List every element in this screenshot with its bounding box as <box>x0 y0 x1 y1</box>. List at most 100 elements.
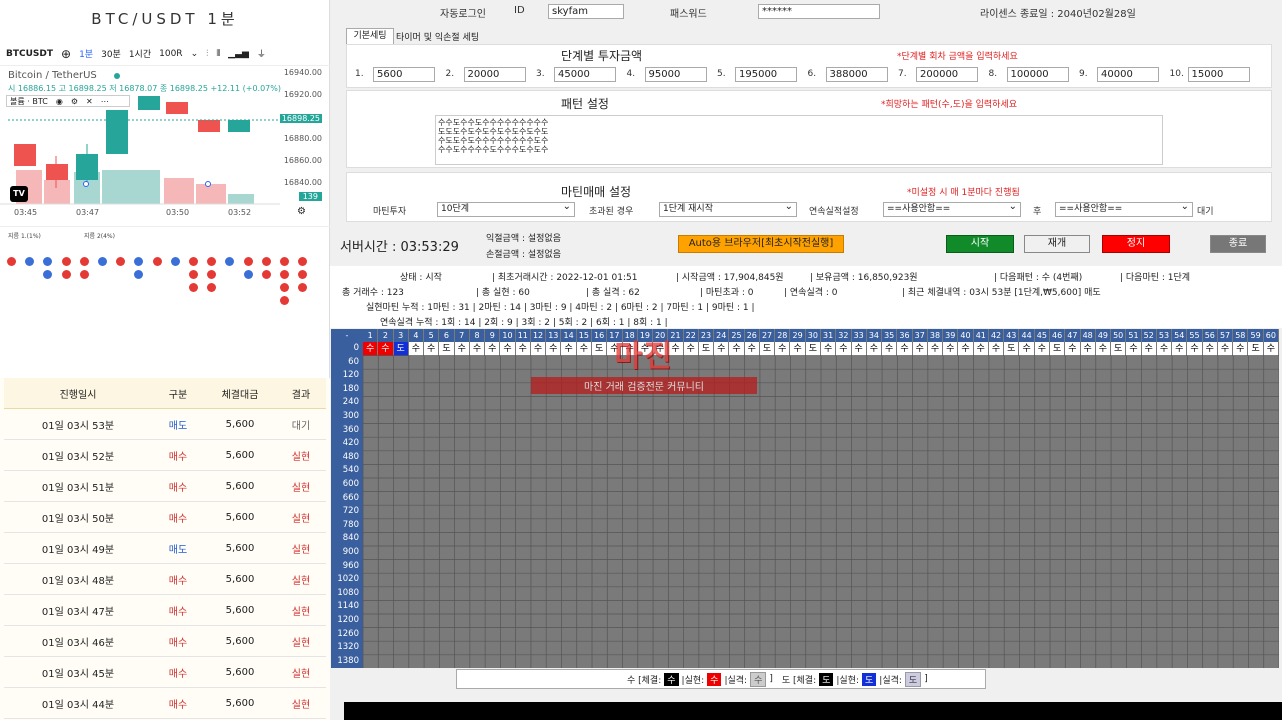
grid-cell[interactable]: 수 <box>775 342 790 356</box>
interval-1m[interactable]: 1분 <box>79 47 93 60</box>
grid-cell[interactable]: 수 <box>1172 342 1187 356</box>
chevron-down-icon[interactable]: ⌄ <box>191 49 199 59</box>
password-field[interactable]: ****** <box>758 4 880 19</box>
step-amount-input[interactable]: 95000 <box>644 67 707 82</box>
table-row[interactable]: 01일 03시 46분 매수 5,600 실현 <box>4 626 326 657</box>
step-amount-input[interactable]: 100000 <box>1006 67 1069 82</box>
grid-row-label: 420 <box>331 437 363 451</box>
table-row[interactable]: 01일 03시 50분 매수 5,600 실현 <box>4 502 326 533</box>
grid-cell[interactable]: 도 <box>759 342 775 356</box>
stop-button[interactable]: 정지 <box>1102 235 1170 253</box>
add-symbol-icon[interactable]: ⊕ <box>61 47 71 61</box>
martin-invest-select[interactable]: 10단계 <box>437 200 575 217</box>
auto-browser-button[interactable]: Auto용 브라우저[최초시작전실행] <box>678 235 844 253</box>
grid-cell[interactable]: 수 <box>454 342 469 356</box>
grid-cell[interactable]: 수 <box>1233 342 1248 356</box>
symbol-label[interactable]: BTCUSDT <box>6 49 53 59</box>
grid-cell[interactable]: 도 <box>805 342 820 356</box>
grid-cell[interactable]: 수 <box>1263 342 1278 356</box>
grid-cell[interactable]: 수 <box>1126 342 1141 356</box>
interval-100r[interactable]: 100R <box>159 49 182 59</box>
grid-cell[interactable]: 수 <box>1156 342 1172 356</box>
grid-cell[interactable]: 수 <box>927 342 943 356</box>
grid-cell[interactable]: 수 <box>958 342 973 356</box>
grid-cell[interactable]: 수 <box>1202 342 1217 356</box>
resume-button[interactable]: 재개 <box>1024 235 1090 253</box>
start-button[interactable]: 시작 <box>946 235 1014 253</box>
grid-cell[interactable]: 수 <box>469 342 485 356</box>
grid-cell[interactable]: 수 <box>363 342 378 356</box>
row-amount: 5,600 <box>225 666 255 678</box>
over-select[interactable]: 1단계 재시작 <box>659 200 797 217</box>
grid-cell[interactable]: 수 <box>1141 342 1156 356</box>
grid-cell[interactable]: 수 <box>897 342 912 356</box>
result-grid[interactable]: -1 2 3 4 5 6 7 8 9 10 11 12 13 14 15 16 17 18 19 20 21 22 23 24… <box>331 329 1279 669</box>
grid-cell[interactable]: 수 <box>1095 342 1111 356</box>
table-row[interactable]: 01일 03시 53분 매도 5,600 대기 <box>4 409 326 440</box>
grid-cell[interactable]: 수 <box>424 342 439 356</box>
grid-header-corner: - <box>331 329 363 342</box>
grid-cell[interactable]: 수 <box>408 342 424 356</box>
table-row[interactable]: 01일 03시 49분 매도 5,600 실현 <box>4 533 326 564</box>
table-row[interactable]: 01일 03시 45분 매수 5,600 실현 <box>4 657 326 688</box>
grid-cell[interactable]: 도 <box>1004 342 1019 356</box>
grid-cell[interactable]: 도 <box>393 342 408 356</box>
gear-icon[interactable]: ⚙ <box>297 206 306 217</box>
step-amount-input[interactable]: 45000 <box>554 67 616 82</box>
grid-cell[interactable]: 수 <box>943 342 958 356</box>
grid-cell[interactable]: 수 <box>1080 342 1095 356</box>
grid-cell[interactable]: 도 <box>1050 342 1065 356</box>
table-row[interactable]: 01일 03시 52분 매수 5,600 실현 <box>4 440 326 471</box>
id-field[interactable]: skyfam <box>548 4 624 19</box>
grid-cell[interactable]: 수 <box>988 342 1004 356</box>
table-row[interactable]: 01일 03시 47분 매수 5,600 실현 <box>4 595 326 626</box>
candlestick-chart[interactable]: Bitcoin / TetherUS 시 16886.15 고 16898.25… <box>0 66 330 224</box>
grid-cell[interactable]: 도 <box>439 342 454 356</box>
grid-cell[interactable]: 수 <box>1065 342 1080 356</box>
chart-type-icon[interactable]: ▁▃▅ <box>228 49 249 59</box>
grid-cell[interactable]: 도 <box>1111 342 1126 356</box>
step-amount-input[interactable]: 15000 <box>1187 67 1250 82</box>
pattern-textarea[interactable]: 수수도수수도수수수수수수수수수 도도도수도수도수도수도수도수도 수도도수도수수수… <box>435 115 1163 165</box>
grid-cell[interactable]: 수 <box>836 342 851 356</box>
grid-cell[interactable]: 수 <box>485 342 500 356</box>
after-select[interactable]: ==사용안함== <box>1055 200 1193 217</box>
tab-basic[interactable]: 기본세팅 <box>346 28 394 44</box>
grid-cell[interactable]: 수 <box>866 342 882 356</box>
tab-timer[interactable]: 타이머 및 익손절 세팅 <box>396 30 479 43</box>
indicators-icon[interactable]: ⫶ <box>206 49 208 59</box>
grid-cell[interactable]: 수 <box>912 342 927 356</box>
step-amount-input[interactable]: 195000 <box>735 67 797 82</box>
row-date: 01일 03시 49분 <box>41 544 115 556</box>
grid-col-header: 1 <box>363 329 378 342</box>
grid-cell[interactable]: 수 <box>1019 342 1034 356</box>
grid-cell[interactable]: 수 <box>1034 342 1049 356</box>
grid-cell[interactable]: 수 <box>821 342 836 356</box>
table-row[interactable]: 01일 03시 44분 매수 5,600 실현 <box>4 688 326 719</box>
grid-cell[interactable]: 도 <box>1248 342 1263 356</box>
step-amount-input[interactable]: 388000 <box>825 67 888 82</box>
grid-cell[interactable]: 수 <box>500 342 515 356</box>
table-row[interactable]: 01일 03시 48분 매수 5,600 실현 <box>4 564 326 595</box>
exit-button[interactable]: 종료 <box>1210 235 1266 253</box>
grid-cell[interactable]: 수 <box>882 342 897 356</box>
grid-cell[interactable]: 수 <box>1217 342 1233 356</box>
compare-icon[interactable]: ⫴ <box>216 49 220 59</box>
consec-select[interactable]: ==사용안함== <box>883 200 1021 217</box>
step-amount-input[interactable]: 5600 <box>373 67 435 82</box>
consec-label: 연속실적설정 <box>809 207 859 217</box>
grid-cell[interactable]: 수 <box>973 342 988 356</box>
grid-cell[interactable]: 수 <box>378 342 393 356</box>
alert-icon[interactable]: ⏚ <box>257 47 266 60</box>
step-amount-input[interactable]: 20000 <box>463 67 526 82</box>
step-amount-input[interactable]: 200000 <box>916 67 978 82</box>
grid-cell[interactable]: 수 <box>851 342 866 356</box>
step-amount-input[interactable]: 40000 <box>1097 67 1159 82</box>
grid-cell[interactable]: 수 <box>515 342 530 356</box>
interval-30m[interactable]: 30분 <box>101 47 121 60</box>
table-row[interactable]: 01일 03시 51분 매수 5,600 실현 <box>4 471 326 502</box>
grid-cell[interactable]: 수 <box>790 342 805 356</box>
pattern-dot <box>298 257 308 266</box>
interval-1h[interactable]: 1시간 <box>129 47 151 60</box>
grid-cell[interactable]: 수 <box>1187 342 1202 356</box>
